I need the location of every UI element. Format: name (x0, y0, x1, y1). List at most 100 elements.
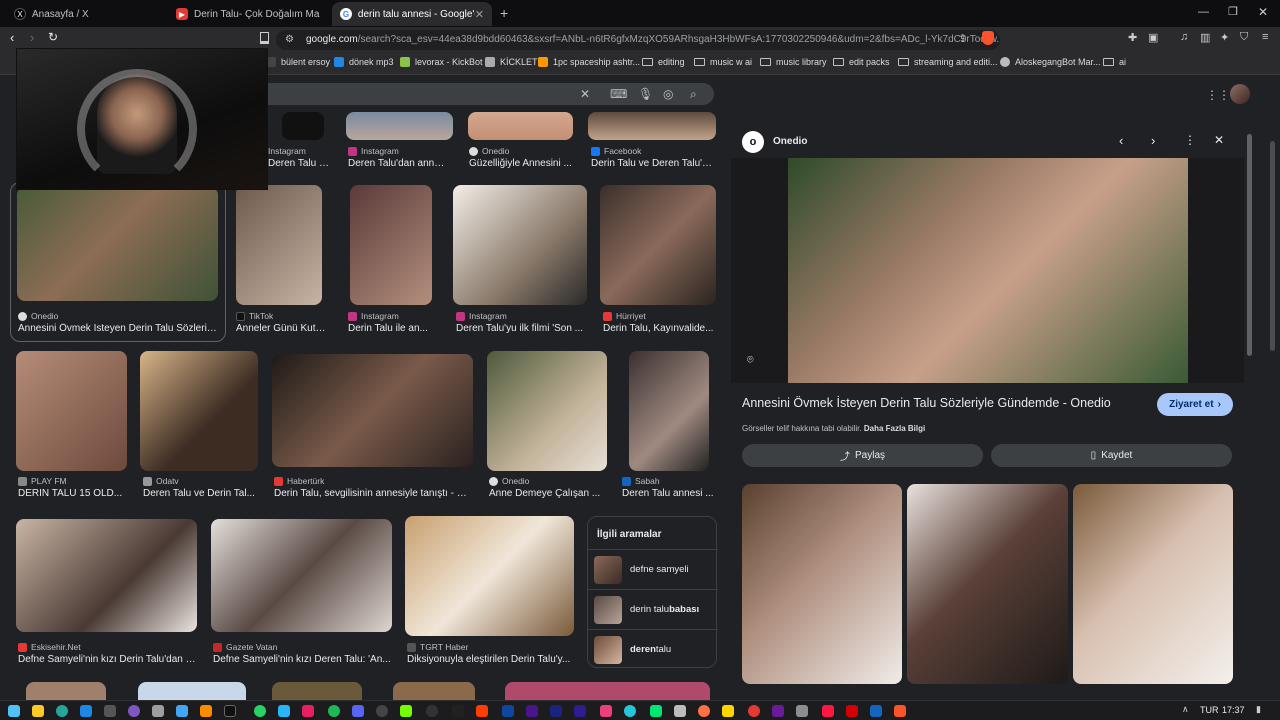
mic-icon[interactable]: 🎙 (638, 87, 653, 101)
bookmark-item[interactable]: AloskegangBot Mar... (1000, 57, 1101, 67)
image-result[interactable] (487, 351, 607, 471)
reload-icon[interactable]: ↻ (48, 30, 58, 44)
notifications-icon[interactable]: ▮ (1256, 704, 1261, 715)
bookmark-folder[interactable]: streaming and editi... (898, 57, 998, 67)
lens-icon[interactable]: ◎ (663, 87, 673, 101)
close-panel-icon[interactable]: ✕ (1214, 133, 1224, 147)
result-title[interactable]: Deren Talu'dan anne... (348, 158, 448, 169)
music-icon[interactable]: ♫ (1180, 31, 1188, 43)
app-icon[interactable] (104, 705, 116, 717)
brave-icon[interactable] (894, 705, 906, 717)
clear-icon[interactable]: ✕ (580, 87, 590, 101)
app-icon[interactable] (822, 705, 834, 717)
clock[interactable]: 17:37 (1222, 705, 1245, 715)
extensions-icon[interactable]: ✚ (1128, 31, 1137, 44)
lens-search-icon[interactable]: ⌾ (747, 354, 754, 367)
file-explorer-icon[interactable] (32, 705, 44, 717)
result-title[interactable]: Güzelliğiyle Annesini ... (469, 158, 573, 169)
related-image[interactable] (1073, 484, 1233, 684)
brave-shield-icon[interactable] (982, 31, 994, 45)
bookmark-folder[interactable]: editing (642, 57, 685, 67)
related-image[interactable] (907, 484, 1068, 684)
image-result[interactable] (16, 351, 127, 471)
discord-icon[interactable] (352, 705, 364, 717)
tab-x[interactable]: X Anasayfa / X (6, 2, 166, 26)
app-icon[interactable] (152, 705, 164, 717)
image-result[interactable] (453, 185, 587, 305)
result-title[interactable]: Deren Talu annesi ... (622, 488, 714, 499)
bookmark-item[interactable]: 1pc spaceship ashtr... (538, 57, 640, 67)
page-scrollbar[interactable] (1270, 141, 1275, 351)
result-title[interactable]: Diksiyonuyla eleştirilen Derin Talu'y... (407, 654, 571, 665)
vscode-icon[interactable] (80, 705, 92, 717)
preview-image[interactable] (788, 158, 1188, 383)
address-bar[interactable]: ⚙ google.com/search?sca_esv=44ea38d9bdd60… (276, 30, 1000, 50)
next-image-icon[interactable]: › (1151, 133, 1155, 148)
result-title[interactable]: Derin Talu ve Deren Talu'n... (591, 158, 713, 169)
result-title[interactable]: Derin Talu, sevgilisinin annesiyle tanış… (274, 488, 472, 499)
app-icon[interactable] (650, 705, 662, 717)
app-icon[interactable] (722, 705, 734, 717)
more-info-link[interactable]: Daha Fazla Bilgi (864, 424, 925, 433)
result-title[interactable]: Anneler Günü Kutl... (236, 323, 326, 334)
app-icon[interactable] (772, 705, 784, 717)
photoshop-icon[interactable] (502, 705, 514, 717)
related-image[interactable] (742, 484, 902, 684)
app-icon[interactable] (796, 705, 808, 717)
keyboard-icon[interactable]: ⌨ (610, 87, 627, 101)
panel-scrollbar[interactable] (1247, 134, 1252, 356)
bookmark-item[interactable]: bülent ersoy (266, 57, 330, 67)
tab-google-search[interactable]: G derin talu annesi - Google'da Ar ✕ (332, 2, 492, 26)
new-tab-icon[interactable]: + (500, 5, 508, 21)
bookmark-folder[interactable]: edit packs (833, 57, 890, 67)
image-result[interactable] (346, 112, 453, 140)
premiere-icon[interactable] (574, 705, 586, 717)
apps-grid-icon[interactable]: ⋮⋮ (1206, 88, 1230, 102)
app-icon[interactable] (452, 705, 464, 717)
image-result[interactable] (393, 682, 475, 700)
site-info-icon[interactable]: ⚙ (285, 30, 294, 50)
app-icon[interactable] (600, 705, 612, 717)
bookmark-item[interactable]: levorax - KickBot (400, 57, 483, 67)
app-icon[interactable] (176, 705, 188, 717)
save-button[interactable]: ▯ Kaydet (991, 444, 1232, 467)
visit-button[interactable]: Ziyaret et › (1157, 393, 1233, 416)
more-options-icon[interactable]: ⋮ (1184, 133, 1196, 147)
windows-start-icon[interactable] (8, 705, 20, 717)
related-item[interactable]: defne samyeli (588, 549, 718, 589)
bookmark-folder[interactable]: ai (1103, 57, 1126, 67)
image-result[interactable] (350, 185, 432, 305)
back-icon[interactable]: ‹ (10, 30, 14, 45)
image-result[interactable] (26, 682, 106, 700)
wallet-icon[interactable]: ▣ (1148, 31, 1158, 44)
app-icon[interactable] (674, 705, 686, 717)
search-icon[interactable]: ⌕ (690, 87, 697, 102)
result-title[interactable]: DERİN TALU 15 OLD... (18, 488, 126, 499)
share-button[interactable]: ⤴ Paylaş (742, 444, 983, 467)
app-icon[interactable] (846, 705, 858, 717)
instagram-app-icon[interactable] (302, 705, 314, 717)
forward-icon[interactable]: › (30, 30, 34, 45)
result-title[interactable]: Anne Demeye Çalışan ... (489, 488, 601, 499)
menu-icon[interactable]: ≡ (1262, 31, 1268, 43)
image-result[interactable] (140, 351, 258, 471)
bookmark-item[interactable]: KİCKLET (485, 57, 538, 67)
avatar[interactable] (1230, 84, 1250, 104)
result-title[interactable]: Annesini Övmek İsteyen Derin Talu Sözler… (18, 323, 220, 334)
audition-icon[interactable] (550, 705, 562, 717)
vpn-icon[interactable]: ⛉ (1240, 31, 1248, 44)
image-result[interactable] (282, 112, 324, 140)
illustrator-icon[interactable] (476, 705, 488, 717)
image-result[interactable] (405, 516, 574, 636)
restore-icon[interactable]: ❐ (1228, 5, 1238, 18)
language-indicator[interactable]: TUR (1200, 705, 1219, 715)
browser-icon[interactable] (56, 705, 68, 717)
image-result[interactable] (272, 354, 473, 467)
result-title[interactable]: Defne Samyeli'nin kızı Derin Talu'dan s.… (18, 654, 198, 665)
media-encoder-icon[interactable] (526, 705, 538, 717)
bookmark-folder[interactable]: music w ai (694, 57, 752, 67)
search-input[interactable]: ✕ ⌨ 🎙 ◎ ⌕ (268, 83, 714, 105)
leo-ai-icon[interactable]: ✦ (1220, 31, 1229, 44)
whatsapp-icon[interactable] (254, 705, 266, 717)
related-item[interactable]: derin talu babası (588, 589, 718, 629)
